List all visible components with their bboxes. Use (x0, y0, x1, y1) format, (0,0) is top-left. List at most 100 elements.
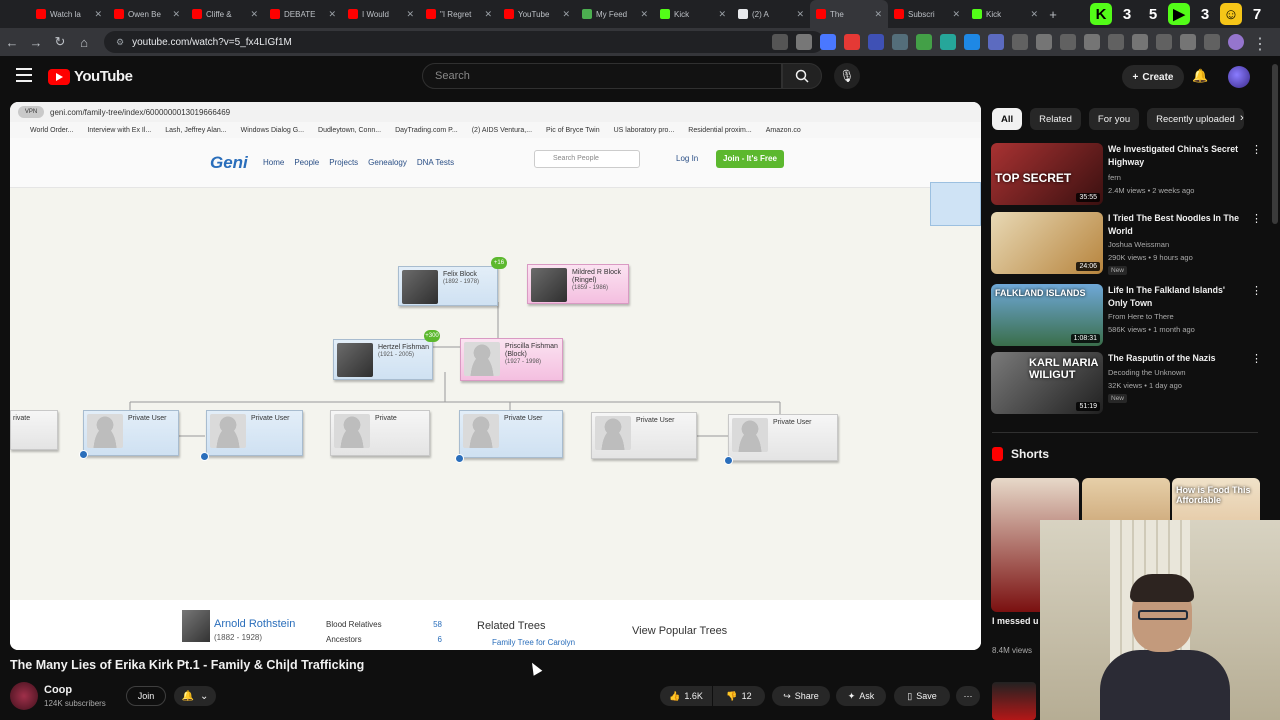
extension-icon[interactable] (964, 34, 980, 50)
browser-menu-icon[interactable]: ⋮ (1252, 34, 1268, 53)
browser-tab[interactable]: YouTube ✕ (498, 0, 576, 28)
more-vertical-icon[interactable]: ⋮ (1251, 143, 1262, 156)
more-actions-button[interactable]: ⋯ (956, 686, 980, 706)
address-bar[interactable]: ⚙ youtube.com/watch?v=5_fx4LIGf1M (104, 31, 824, 53)
extension-icon[interactable] (868, 34, 884, 50)
site-info-icon[interactable]: ⚙ (116, 37, 124, 48)
recommendation-title[interactable]: The Rasputin of the Nazis (1108, 352, 1243, 365)
channel-name[interactable]: Coop (44, 684, 72, 696)
recommendation-item[interactable]: TOP SECRET 35:55 We Investigated China's… (991, 143, 1262, 209)
channel-avatar[interactable] (10, 682, 38, 710)
recommendation-title[interactable]: Life In The Falkland Islands' Only Town (1108, 284, 1243, 310)
page-scrollbar[interactable] (1272, 64, 1278, 224)
extension-icon[interactable] (892, 34, 908, 50)
recommendation-channel[interactable]: From Here to There (1108, 312, 1174, 321)
subscribed-notifications-button[interactable]: 🔔 ⌄ (174, 686, 216, 706)
close-tab-icon[interactable]: ✕ (406, 9, 414, 20)
account-avatar[interactable] (1228, 66, 1250, 88)
close-tab-icon[interactable]: ✕ (562, 9, 570, 20)
youtube-logo[interactable]: YouTube (48, 68, 133, 85)
browser-tab[interactable]: My Feed ✕ (576, 0, 654, 28)
filter-chip[interactable]: Recently uploaded (1147, 108, 1244, 130)
extension-icon[interactable] (1060, 34, 1076, 50)
share-button[interactable]: ↪ Share (772, 686, 830, 706)
search-button[interactable] (782, 63, 822, 89)
filter-chip[interactable]: All (992, 108, 1023, 130)
search-input[interactable]: Search (422, 63, 782, 89)
close-tab-icon[interactable]: ✕ (640, 9, 648, 20)
create-button[interactable]: + Create (1122, 65, 1184, 89)
dislike-button[interactable]: 👎 12 (713, 686, 765, 706)
extension-icon[interactable] (1204, 34, 1220, 50)
short-title[interactable]: I messed u (992, 616, 1039, 626)
close-tab-icon[interactable]: ✕ (94, 9, 102, 20)
browser-tab[interactable]: Watch la ✕ (30, 0, 108, 28)
recommendation-channel[interactable]: fern (1108, 173, 1121, 182)
like-button[interactable]: 👍 1.6K (660, 686, 712, 706)
forward-icon[interactable]: → (24, 35, 48, 50)
home-icon[interactable]: ⌂ (72, 35, 96, 50)
close-tab-icon[interactable]: ✕ (250, 9, 258, 20)
extension-icon[interactable] (1084, 34, 1100, 50)
video-player[interactable]: VPN geni.com/family-tree/index/600000001… (10, 102, 981, 650)
extension-icon[interactable] (1012, 34, 1028, 50)
extension-icon[interactable] (940, 34, 956, 50)
extension-icon[interactable] (1132, 34, 1148, 50)
more-vertical-icon[interactable]: ⋮ (1251, 212, 1262, 225)
browser-tab[interactable]: "I Regret ✕ (420, 0, 498, 28)
extension-icon[interactable] (916, 34, 932, 50)
extension-icon[interactable] (988, 34, 1004, 50)
extension-icon[interactable] (1036, 34, 1052, 50)
browser-tab[interactable]: Owen Be ✕ (108, 0, 186, 28)
recommendation-channel[interactable]: Decoding the Unknown (1108, 368, 1186, 377)
close-tab-icon[interactable]: ✕ (328, 9, 336, 20)
new-tab-button[interactable]: + (1044, 7, 1062, 22)
close-tab-icon[interactable]: ✕ (796, 9, 804, 20)
video-thumbnail[interactable]: KARL MARIA WILIGUT 51:19 (991, 352, 1103, 414)
filter-chip[interactable]: Related (1030, 108, 1081, 130)
recommendation-channel[interactable]: Joshua Weissman (1108, 240, 1169, 249)
extension-icon[interactable] (1156, 34, 1172, 50)
reload-icon[interactable]: ↻ (48, 34, 72, 50)
video-thumbnail[interactable]: 24:06 (991, 212, 1103, 274)
chevron-right-icon[interactable]: › (1240, 112, 1244, 124)
play-extension-icon[interactable]: ▶ (1168, 3, 1190, 25)
save-button[interactable]: ▯ Save (894, 686, 950, 706)
recommendation-item[interactable]: 24:06 I Tried The Best Noodles In The Wo… (991, 212, 1262, 278)
browser-tab[interactable]: I Would ✕ (342, 0, 420, 28)
close-tab-icon[interactable]: ✕ (1030, 9, 1038, 20)
close-tab-icon[interactable]: ✕ (874, 9, 882, 20)
filter-chip[interactable]: For you (1088, 108, 1140, 130)
close-tab-icon[interactable]: ✕ (484, 9, 492, 20)
menu-icon[interactable] (16, 68, 32, 82)
extension-icon[interactable] (1180, 34, 1196, 50)
extension-icon[interactable] (1108, 34, 1124, 50)
short-thumbnail[interactable] (992, 682, 1036, 720)
emoji-extension-icon[interactable]: ☺ (1220, 3, 1242, 25)
close-tab-icon[interactable]: ✕ (172, 9, 180, 20)
close-tab-icon[interactable]: ✕ (952, 9, 960, 20)
browser-tab[interactable]: DEBATE ✕ (264, 0, 342, 28)
recommendation-title[interactable]: I Tried The Best Noodles In The World (1108, 212, 1243, 238)
browser-tab[interactable]: Subscri ✕ (888, 0, 966, 28)
recommendation-item[interactable]: KARL MARIA WILIGUT 51:19 The Rasputin of… (991, 352, 1262, 418)
browser-tab[interactable]: Kick ✕ (654, 0, 732, 28)
browser-tab[interactable]: (2) A ✕ (732, 0, 810, 28)
more-vertical-icon[interactable]: ⋮ (1251, 284, 1262, 297)
back-icon[interactable]: ← (0, 35, 24, 50)
browser-tab[interactable]: The ✕ (810, 0, 888, 28)
browser-tab[interactable]: Kick ✕ (966, 0, 1044, 28)
install-icon[interactable] (772, 34, 788, 50)
voice-search-button[interactable]: 🎙 (834, 63, 860, 89)
extension-icon[interactable] (820, 34, 836, 50)
recommendation-title[interactable]: We Investigated China's Secret Highway (1108, 143, 1243, 169)
notifications-bell-icon[interactable]: 🔔 (1192, 68, 1208, 84)
bookmark-star-icon[interactable] (796, 34, 812, 50)
profile-avatar-icon[interactable] (1228, 34, 1244, 50)
video-thumbnail[interactable]: TOP SECRET 35:55 (991, 143, 1103, 205)
extension-icon[interactable] (844, 34, 860, 50)
browser-tab[interactable]: Cliffe & ✕ (186, 0, 264, 28)
join-button[interactable]: Join (126, 686, 166, 706)
more-vertical-icon[interactable]: ⋮ (1251, 352, 1262, 365)
recommendation-item[interactable]: FALKLAND ISLANDS 1:08:31 Life In The Fal… (991, 284, 1262, 350)
